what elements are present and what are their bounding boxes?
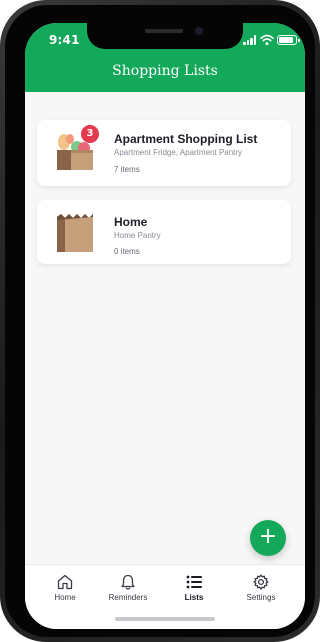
- signal-icon: [243, 35, 257, 45]
- status-time: 9:41: [49, 33, 80, 47]
- list-card[interactable]: 3 Apartment Shopping List Apartment Frid…: [37, 120, 291, 186]
- app-header: 9:41 Shopping Lists: [25, 23, 305, 92]
- bell-icon: [121, 574, 135, 590]
- list-name: Apartment Shopping List: [114, 132, 258, 146]
- home-icon: [57, 574, 73, 590]
- notch: [87, 23, 243, 49]
- list-locations: Home Pantry: [114, 231, 161, 240]
- list-icon: [186, 575, 202, 589]
- battery-icon: [277, 35, 300, 45]
- status-icons: [243, 34, 300, 47]
- item-count: 0 items: [114, 247, 140, 256]
- speaker-grille: [145, 29, 183, 33]
- home-indicator: [115, 617, 215, 621]
- wifi-icon: [260, 34, 274, 46]
- page-title: Shopping Lists: [112, 63, 218, 79]
- tab-home-label: Home: [54, 593, 76, 602]
- tab-reminders[interactable]: Reminders: [93, 565, 163, 613]
- phone-bezel: 9:41 Shopping Lists 3 Apartment Shopping…: [5, 5, 315, 637]
- item-count: 7 items: [114, 165, 140, 174]
- list-name: Home: [114, 215, 148, 229]
- tab-settings[interactable]: Settings: [226, 565, 296, 613]
- screen: 9:41 Shopping Lists 3 Apartment Shopping…: [25, 23, 305, 629]
- tab-settings-label: Settings: [246, 593, 276, 602]
- tab-reminders-label: Reminders: [108, 593, 148, 602]
- phone-frame: 9:41 Shopping Lists 3 Apartment Shopping…: [0, 0, 320, 642]
- tab-bar: Home Reminders Lists Settings: [25, 564, 305, 629]
- tab-lists-label: Lists: [184, 593, 204, 602]
- list-locations: Apartment Fridge, Apartment Pantry: [114, 148, 243, 157]
- list-card[interactable]: Home Home Pantry 0 items: [37, 200, 291, 264]
- grocery-bag-empty-icon: [57, 214, 93, 252]
- notification-badge: 3: [81, 125, 99, 143]
- front-camera: [195, 27, 203, 35]
- add-list-button[interactable]: +: [250, 520, 286, 556]
- gear-icon: [253, 574, 269, 590]
- tab-home[interactable]: Home: [30, 565, 100, 613]
- tab-lists[interactable]: Lists: [159, 565, 229, 613]
